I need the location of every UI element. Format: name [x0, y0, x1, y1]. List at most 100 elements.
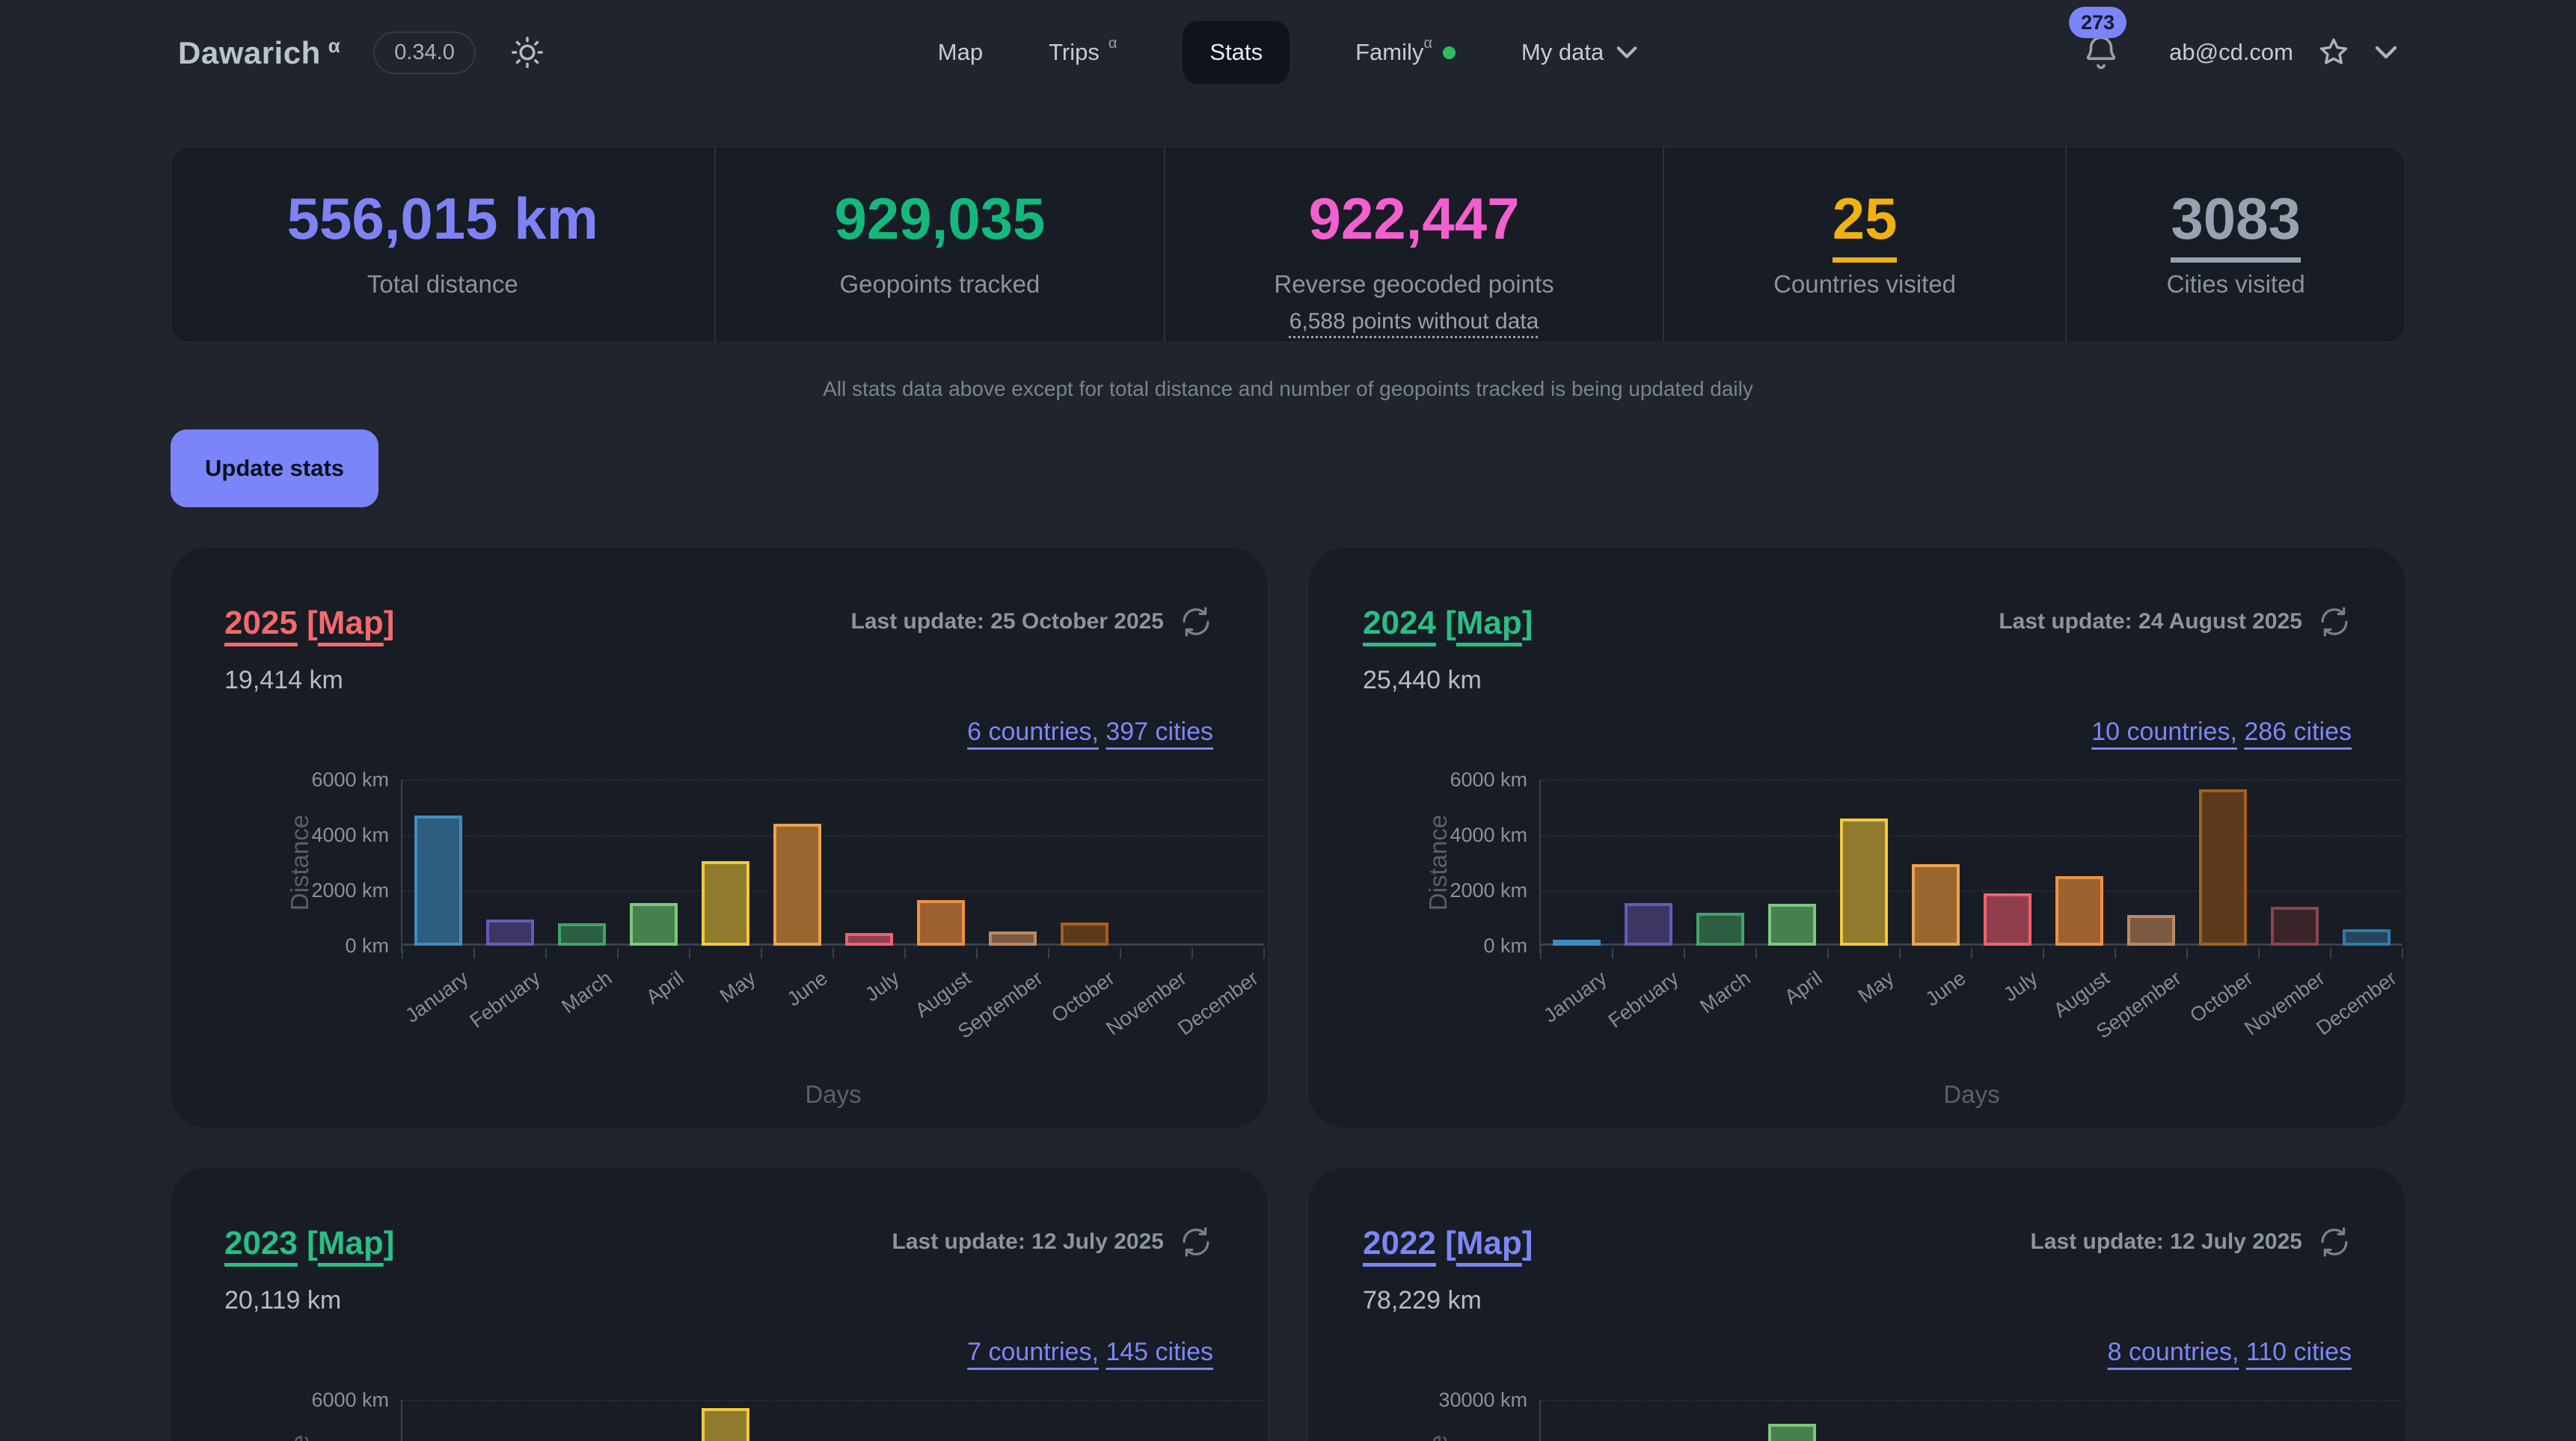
last-update-text: Last update: 12 July 2025 [892, 1229, 1165, 1255]
nav-item-family[interactable]: Familyα [1355, 21, 1456, 84]
year-link-2023[interactable]: 2023 [224, 1225, 298, 1261]
navbar-right: 273 ab@cd.com [2081, 32, 2398, 73]
year-distance: 25,440 km [1363, 666, 2352, 695]
year-card-header: 2024 [Map]Last update: 24 August 2025 [1363, 605, 2352, 642]
stat-label: Reverse geocoded points [1274, 270, 1554, 299]
last-update: Last update: 12 July 2025 [2031, 1225, 2352, 1259]
chevron-down-icon [1616, 45, 1638, 60]
year-card-title: 2024 [Map] [1363, 605, 1533, 642]
cities-link[interactable]: 145 cities [1105, 1338, 1213, 1366]
bar-april[interactable] [630, 903, 678, 946]
stat-value: 922,447 [1309, 186, 1520, 263]
y-axis-title: Distance [286, 1435, 314, 1441]
x-axis-tick [1827, 948, 1829, 958]
notifications-button[interactable]: 273 [2081, 32, 2121, 73]
year-link-2022[interactable]: 2022 [1363, 1225, 1436, 1261]
stat-value[interactable]: 3083 [2171, 186, 2301, 263]
map-link-2023[interactable]: Map [318, 1225, 384, 1261]
bar-may[interactable] [702, 861, 749, 946]
map-link-2024[interactable]: Map [1456, 605, 1522, 641]
cities-link[interactable]: 110 cities [2246, 1338, 2352, 1366]
refresh-icon[interactable] [2317, 1225, 2352, 1259]
y-axis-title: Distance [1424, 815, 1453, 911]
map-link-bracket: ] [384, 1225, 395, 1261]
nav-item-stats[interactable]: Stats [1183, 21, 1289, 84]
points-without-data-link[interactable]: 6,588 points without data [1289, 309, 1539, 334]
bar-june[interactable] [1912, 864, 1960, 946]
x-axis-tick [2043, 948, 2044, 958]
nav-item-label: Family [1355, 39, 1423, 66]
nav-item-label: Trips [1049, 39, 1100, 66]
y-axis-title: Distance [1424, 1435, 1453, 1441]
x-axis-tick [1120, 948, 1121, 958]
nav-item-map[interactable]: Map [938, 21, 983, 84]
map-link-bracket: [ [1445, 605, 1456, 641]
nav-item-my-data[interactable]: My data [1521, 21, 1638, 84]
countries-link[interactable]: 6 countries, [967, 718, 1099, 746]
distance-bar-chart-2024: 6000 km4000 km2000 km0 kmJanuaryFebruary… [1541, 780, 2402, 946]
year-distance: 20,119 km [224, 1286, 1213, 1315]
map-link-bracket: ] [1522, 605, 1533, 641]
year-cards-grid: 2025 [Map]Last update: 25 October 202519… [171, 548, 2405, 1441]
stat-value[interactable]: 25 [1833, 186, 1898, 263]
bar-july[interactable] [1984, 893, 2031, 946]
user-menu-button[interactable] [2374, 44, 2398, 61]
chevron-down-icon [2374, 44, 2398, 61]
y-axis-tick-label: 0 km [1400, 934, 1527, 958]
bar-april[interactable] [1768, 904, 1816, 946]
x-axis-tick [1263, 948, 1265, 958]
bar-march[interactable] [1696, 913, 1744, 946]
y-axis-tick-label: 30000 km [1400, 1388, 1527, 1412]
refresh-icon[interactable] [2317, 605, 2352, 639]
theme-toggle-button[interactable] [509, 34, 546, 71]
favorite-button[interactable] [2316, 34, 2352, 70]
bar-may[interactable] [1840, 819, 1888, 946]
countries-link[interactable]: 7 countries, [967, 1338, 1099, 1366]
map-link-bracket: [ [1445, 1225, 1456, 1261]
refresh-icon[interactable] [1179, 1225, 1213, 1259]
bar-december[interactable] [2343, 929, 2391, 946]
bar-september[interactable] [989, 931, 1037, 946]
cities-link[interactable]: 286 cities [2244, 718, 2352, 746]
bar-july[interactable] [845, 933, 893, 946]
bar-may[interactable] [702, 1408, 749, 1441]
bar-october[interactable] [2199, 789, 2247, 946]
bar-april[interactable] [1768, 1424, 1816, 1441]
nav-item-trips[interactable]: Tripsα [1049, 21, 1117, 84]
chart-y-axis-line [1539, 780, 1541, 953]
year-distance: 78,229 km [1363, 1286, 2352, 1315]
year-link-2024[interactable]: 2024 [1363, 605, 1436, 641]
countries-link[interactable]: 8 countries, [2108, 1338, 2239, 1366]
stat-value: 929,035 [834, 186, 1045, 263]
year-link-2025[interactable]: 2025 [224, 605, 298, 641]
bar-june[interactable] [773, 824, 821, 946]
refresh-icon[interactable] [1179, 605, 1213, 639]
countries-cities-links: 10 countries, 286 cities [1363, 718, 2352, 747]
bar-january[interactable] [414, 816, 462, 946]
cities-link[interactable]: 397 cities [1105, 718, 1213, 746]
bar-november[interactable] [2271, 907, 2319, 946]
stat-card-cities-visited: 3083Cities visited [2065, 147, 2405, 342]
map-link-2022[interactable]: Map [1456, 1225, 1522, 1261]
year-card-2023: 2023 [Map] Last update: 12 July 2025 20,11… [171, 1168, 1267, 1441]
year-card-header: 2022 [Map]Last update: 12 July 2025 [1363, 1225, 2352, 1262]
bar-february[interactable] [486, 920, 534, 946]
app-logo[interactable]: Dawarichα [178, 34, 340, 71]
bar-august[interactable] [2055, 876, 2103, 946]
chart-gridline [402, 890, 1264, 892]
year-card-2022: 2022 [Map]Last update: 12 July 2025 78,22… [1309, 1168, 2405, 1441]
x-axis-title: Days [402, 1080, 1264, 1109]
stat-card-geopoints-tracked: 929,035Geopoints tracked [714, 147, 1165, 342]
countries-link[interactable]: 10 countries, [2091, 718, 2237, 746]
bar-august[interactable] [917, 900, 965, 946]
chart-y-axis-line [1539, 1400, 1541, 1441]
bar-september[interactable] [2127, 915, 2175, 946]
bar-march[interactable] [558, 923, 606, 946]
bar-february[interactable] [1625, 903, 1672, 946]
last-update: Last update: 25 October 2025 [851, 605, 1213, 639]
bar-january[interactable] [1553, 940, 1601, 946]
update-stats-button[interactable]: Update stats [171, 429, 378, 507]
bar-october[interactable] [1061, 923, 1108, 946]
map-link-bracket: [ [307, 1225, 318, 1261]
map-link-2025[interactable]: Map [318, 605, 384, 641]
